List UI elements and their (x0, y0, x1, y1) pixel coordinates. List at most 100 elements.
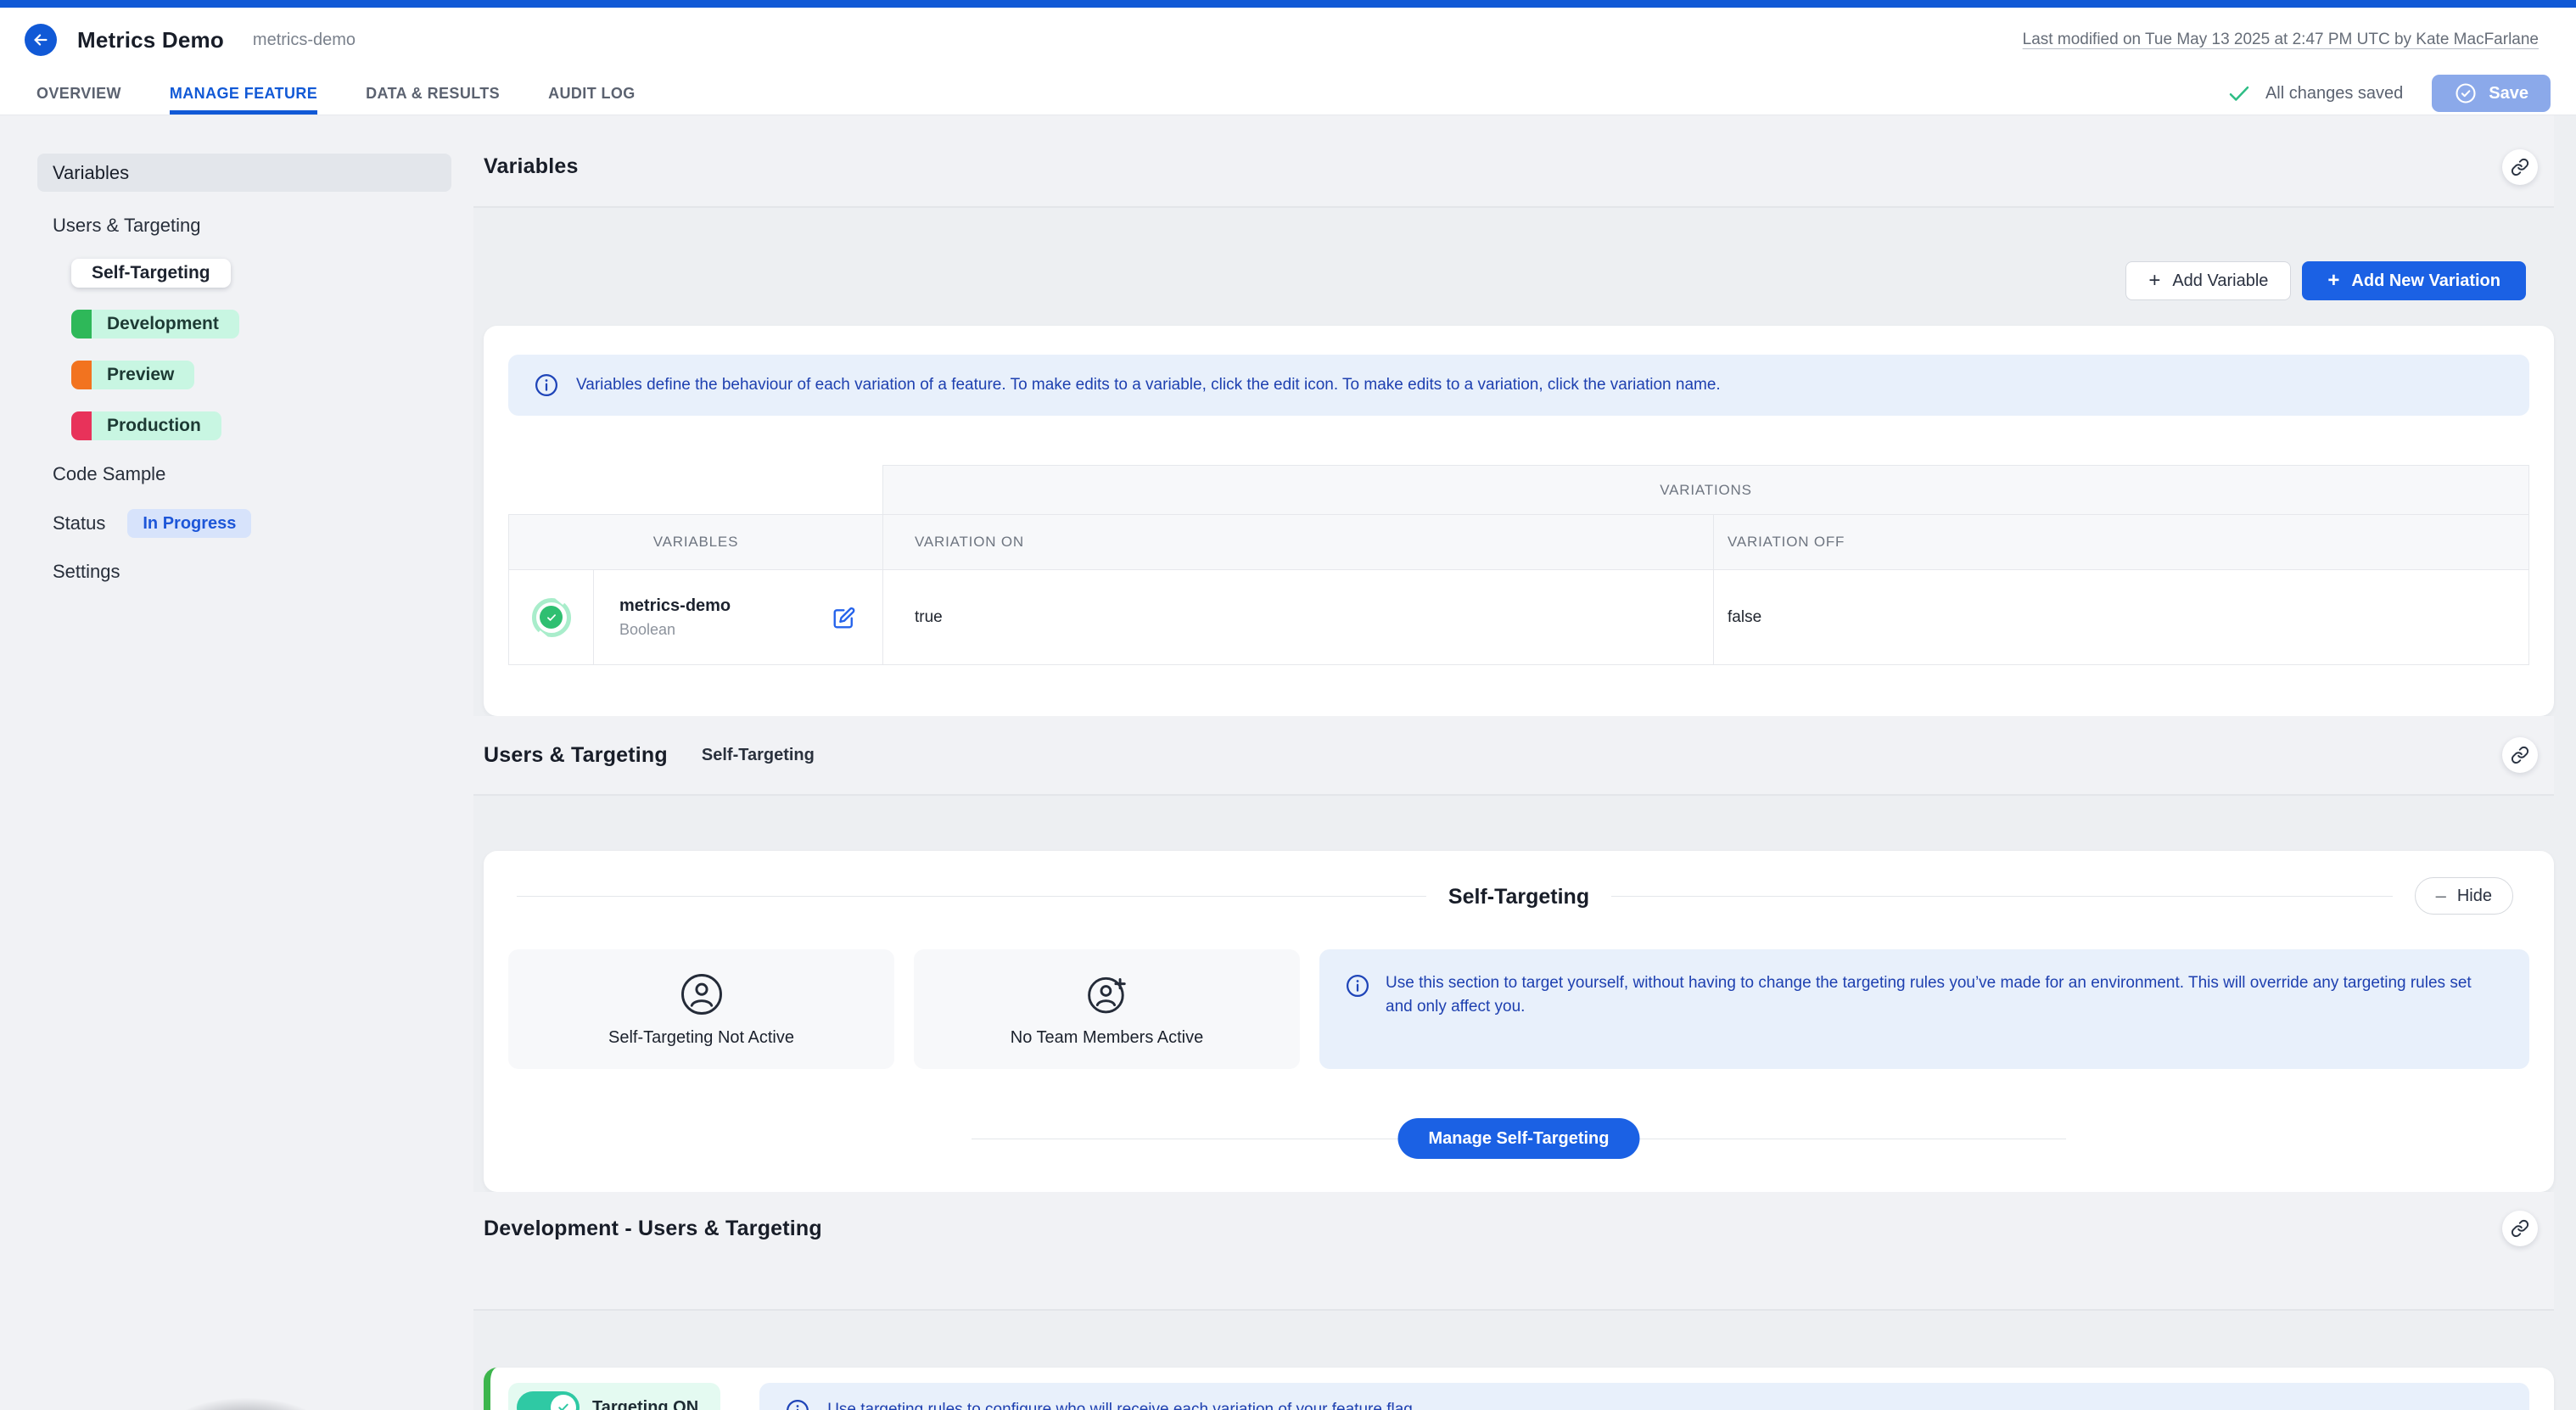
self-targeting-panel-title: Self-Targeting (1426, 877, 1611, 916)
sidebar-item-development[interactable]: Development (71, 310, 239, 339)
circle-check-icon (2454, 81, 2478, 105)
main-content: Variables + Add Variable + Add New Varia… (473, 115, 2576, 1410)
manage-self-targeting-button[interactable]: Manage Self-Targeting (1398, 1118, 1640, 1159)
development-section-title: Development - Users & Targeting (484, 1217, 822, 1241)
variables-section-title: Variables (484, 154, 579, 179)
sidebar-item-self-targeting[interactable]: Self-Targeting (71, 259, 231, 288)
self-targeting-info-banner: Use this section to target yourself, wit… (1319, 949, 2529, 1069)
tab-overview[interactable]: OVERVIEW (36, 72, 121, 115)
minus-icon: – (2436, 885, 2446, 907)
targeting-status-text: Targeting ON (592, 1398, 698, 1410)
env-color-development (71, 310, 92, 339)
self-targeting-status-text: Self-Targeting Not Active (608, 1028, 794, 1048)
info-icon (534, 372, 559, 398)
team-members-status-text: No Team Members Active (1011, 1028, 1204, 1048)
variable-name: metrics-demo (619, 596, 731, 616)
variables-section-header: Variables (473, 115, 2554, 208)
env-color-production (71, 411, 92, 440)
users-targeting-section-header: Users & Targeting Self-Targeting (473, 716, 2554, 796)
variable-type: Boolean (619, 621, 675, 639)
arrow-left-icon (31, 31, 50, 49)
variables-link-button[interactable] (2502, 149, 2538, 185)
status-badge[interactable]: In Progress (127, 509, 251, 538)
sidebar-item-status: Status In Progress (37, 509, 451, 538)
last-modified-link[interactable]: Last modified on Tue May 13 2025 at 2:47… (2023, 31, 2539, 49)
check-icon (2226, 81, 2252, 106)
sidebar-item-settings[interactable]: Settings (37, 556, 451, 588)
development-targeting-card: Targeting ON Use targeting rules to conf… (484, 1368, 2554, 1410)
variables-info-banner: Variables define the behaviour of each v… (508, 355, 2529, 416)
targeting-status-box: Targeting ON (508, 1383, 720, 1410)
add-variable-button[interactable]: + Add Variable (2125, 261, 2291, 300)
back-button[interactable] (25, 24, 57, 56)
users-targeting-link-button[interactable] (2502, 737, 2538, 773)
sidebar-item-production[interactable]: Production (71, 411, 221, 440)
targeting-toggle[interactable] (517, 1391, 580, 1410)
boolean-variable-icon (532, 598, 571, 637)
development-link-button[interactable] (2502, 1211, 2538, 1246)
feature-key: metrics-demo (253, 31, 356, 50)
variables-actions: + Add Variable + Add New Variation (473, 261, 2526, 300)
table-spacer (508, 465, 882, 514)
sidebar-item-preview[interactable]: Preview (71, 361, 194, 389)
env-label: Development (92, 310, 239, 339)
env-color-preview (71, 361, 92, 389)
variables-table: VARIATIONS VARIABLES VARIATION ON VARIAT… (508, 465, 2529, 665)
development-section-header: Development - Users & Targeting (473, 1192, 2554, 1311)
sidebar-item-variables[interactable]: Variables (37, 154, 451, 192)
link-icon (2511, 158, 2529, 176)
save-button[interactable]: Save (2432, 75, 2551, 112)
column-header-variation-on: VARIATION ON (882, 514, 1713, 570)
check-icon (557, 1401, 570, 1410)
users-targeting-subtitle: Self-Targeting (702, 746, 815, 765)
variations-group-header: VARIATIONS (882, 465, 2529, 514)
add-new-variation-label: Add New Variation (2351, 271, 2500, 291)
save-status-text: All changes saved (2265, 84, 2403, 104)
column-header-variation-off: VARIATION OFF (1713, 514, 2529, 570)
link-icon (2511, 746, 2529, 764)
manage-row: Manage Self-Targeting (484, 1118, 2554, 1159)
targeting-info-text: Use targeting rules to configure who wil… (827, 1398, 1417, 1410)
link-icon (2511, 1219, 2529, 1238)
user-icon (679, 971, 725, 1017)
self-targeting-card: Self-Targeting – Hide Self-Targeting Not… (484, 851, 2554, 1192)
env-label: Preview (92, 361, 194, 389)
column-header-variables: VARIABLES (508, 514, 882, 570)
add-new-variation-button[interactable]: + Add New Variation (2302, 261, 2526, 300)
targeting-info-banner: Use targeting rules to configure who wil… (759, 1383, 2529, 1410)
team-members-status-card: No Team Members Active (914, 949, 1300, 1069)
info-icon (1345, 973, 1370, 999)
tabs: OVERVIEW MANAGE FEATURE DATA & RESULTS A… (36, 72, 636, 115)
save-status: All changes saved (2226, 81, 2403, 106)
tab-bar: OVERVIEW MANAGE FEATURE DATA & RESULTS A… (0, 72, 2576, 115)
tab-audit-log[interactable]: AUDIT LOG (548, 72, 636, 115)
page-title: Metrics Demo (77, 27, 224, 53)
self-targeting-info-text: Use this section to target yourself, wit… (1386, 971, 2500, 1069)
tab-manage-feature[interactable]: MANAGE FEATURE (170, 72, 317, 115)
variables-card: Variables define the behaviour of each v… (484, 326, 2554, 716)
plus-icon: + (2148, 271, 2160, 291)
variables-info-text: Variables define the behaviour of each v… (576, 373, 1721, 397)
edit-pencil-icon (832, 605, 857, 630)
user-plus-icon (1084, 971, 1130, 1017)
self-targeting-status-row: Self-Targeting Not Active No Team Member… (508, 949, 2529, 1069)
hide-button[interactable]: – Hide (2415, 877, 2513, 915)
hide-label: Hide (2457, 887, 2492, 906)
plus-icon: + (2327, 271, 2339, 291)
status-label: Status (53, 512, 105, 534)
edit-variable-button[interactable] (832, 605, 857, 630)
variation-off-value: false (1713, 570, 2529, 665)
self-targeting-panel-header: Self-Targeting – Hide (484, 877, 2554, 916)
check-icon (546, 612, 557, 624)
info-icon (785, 1398, 810, 1410)
variable-type-cell (508, 570, 593, 665)
toggle-knob (551, 1395, 576, 1410)
self-targeting-status-card: Self-Targeting Not Active (508, 949, 894, 1069)
sidebar-item-users-targeting[interactable]: Users & Targeting (37, 210, 451, 242)
sidebar-item-code-sample[interactable]: Code Sample (37, 458, 451, 490)
tab-data-results[interactable]: DATA & RESULTS (366, 72, 500, 115)
variation-on-value: true (882, 570, 1713, 665)
page-header: Metrics Demo metrics-demo Last modified … (0, 8, 2576, 72)
variable-name-cell: metrics-demo Boolean (593, 570, 882, 665)
add-variable-label: Add Variable (2172, 271, 2268, 291)
